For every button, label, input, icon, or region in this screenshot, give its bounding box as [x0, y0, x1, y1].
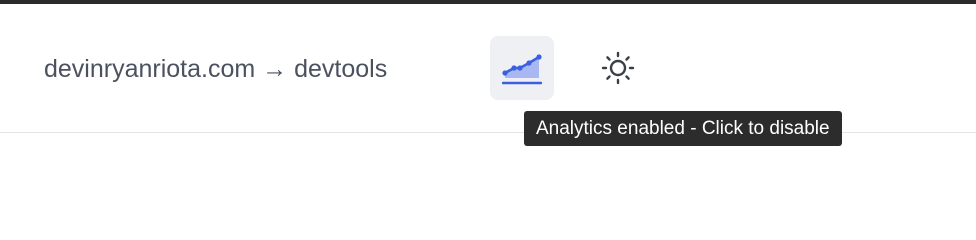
page: devinryanriota.com → devtools Analytics … — [0, 0, 976, 218]
breadcrumb-section[interactable]: devtools — [294, 55, 387, 83]
breadcrumb: devinryanriota.com → devtools — [44, 54, 387, 84]
analytics-tooltip: Analytics enabled - Click to disable — [524, 111, 842, 146]
analytics-toggle-button[interactable] — [490, 36, 554, 100]
chart-line-icon — [502, 54, 542, 85]
breadcrumb-separator: → — [262, 55, 288, 83]
breadcrumb-site[interactable]: devinryanriota.com — [44, 55, 255, 83]
theme-toggle-button[interactable] — [594, 44, 642, 92]
sun-icon — [601, 51, 635, 85]
